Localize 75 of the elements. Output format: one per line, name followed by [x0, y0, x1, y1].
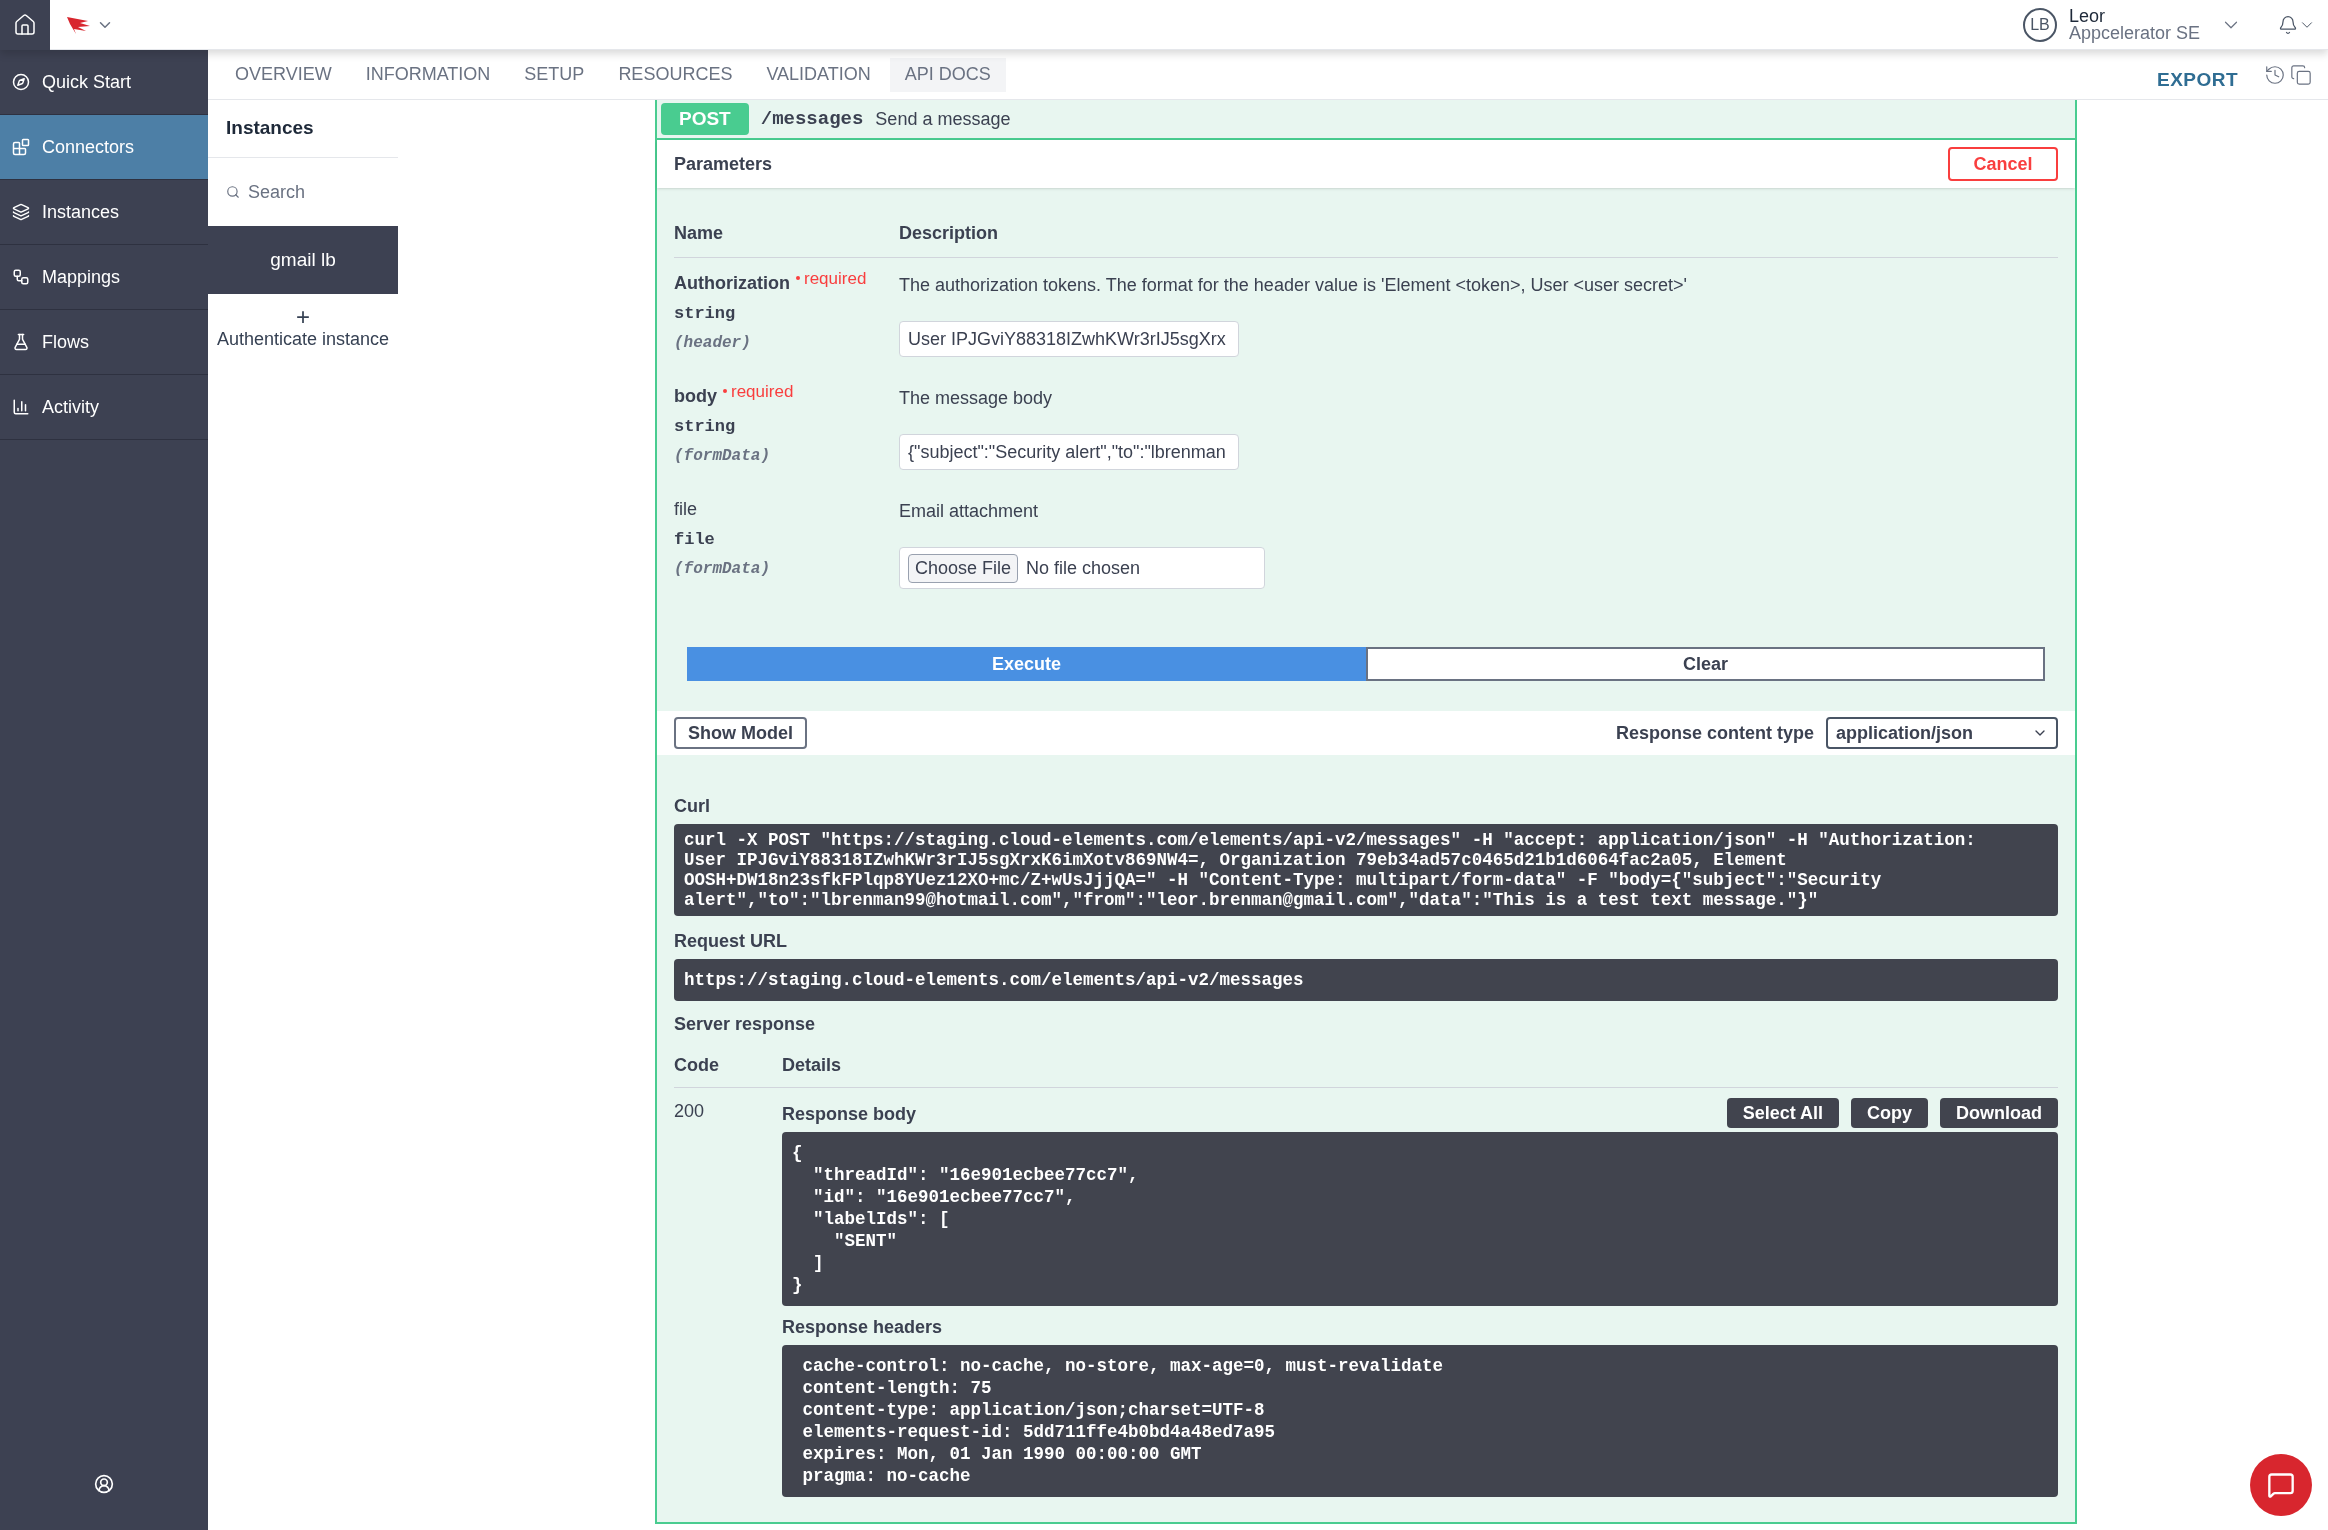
export-link[interactable]: EXPORT — [2157, 66, 2238, 95]
response-action-button[interactable]: Download — [1940, 1098, 2058, 1128]
server-response-title: Server response — [674, 1013, 817, 1036]
column-header: Description — [899, 222, 999, 245]
response-action-button[interactable]: Copy — [1851, 1098, 1928, 1128]
tab[interactable]: API DOCS — [889, 57, 1006, 92]
home-icon — [13, 12, 37, 37]
tab[interactable]: VALIDATION — [751, 57, 886, 92]
copy-icon[interactable] — [2290, 63, 2312, 86]
input-field[interactable]: User IPJGviY88318IZwhKWr3rIJ5sgXrx — [899, 321, 1239, 357]
tab[interactable]: SETUP — [509, 57, 600, 92]
parameter-type: string — [674, 416, 737, 438]
column-header: Name — [674, 222, 725, 245]
request-url-code-block: https://staging.cloud-elements.com/elements/api-v2/messages — [674, 959, 2058, 1001]
parameter-name: body — [674, 385, 717, 408]
response-code: 200 — [674, 1100, 706, 1123]
column-header: Code — [674, 1054, 720, 1077]
response-headers-code-block: cache-control: no-cache, no-store, max-age=0, must-revalidate content-length: 75 content-type: application/json;charset=UTF-8 elements-request-id: 5dd711ffe4b0bd4a48ed7a95 expires: Mon, 01 Jan 1990 00:00:00 GMT pragma: no-cache — [782, 1345, 2058, 1497]
parameter-type: string — [674, 303, 737, 325]
curl-code-block: curl -X POST "https://staging.cloud-elements.com/elements/api-v2/messages" -H "accept: application/json" -H "Authorization: User IPJGviY88318IZwhKWr3rIJ5sgXrxK6imXotv869NW4=, Organization 79eb34ad57c0465d21b1d6064fac2a05, Element OOSH+DW18n23sfkFPlqp8YUez12XO+mc/Z+wUsJjjQA=" -H "Content-Type: multipart/form-data" -F "body={"subject":"Security alert","to":"lbrenman99@hotmail.com","from":"leor.brenman@gmail.com","data":"This is a test text message."}" — [674, 824, 2058, 916]
parameter-location: (formData) — [674, 558, 771, 580]
layers-icon — [12, 203, 30, 221]
authenticate-instance-button[interactable]: + Authenticate instance — [208, 306, 398, 350]
show-model-button[interactable]: Show Model — [674, 717, 807, 749]
method-badge: POST — [661, 103, 749, 135]
response-body-code-block: { "threadId": "16e901ecbee77cc7", "id": "16e901ecbee77cc7", "labelIds": [ "SENT" ] } — [782, 1132, 2058, 1306]
tab[interactable]: INFORMATION — [350, 57, 506, 92]
user-avatar: LB — [2022, 7, 2057, 42]
blocks-icon — [12, 138, 30, 156]
user-organization: Appcelerator SE — [2068, 24, 2200, 42]
parameter-description: Email attachment — [899, 500, 1040, 523]
parameter-description: The authorization tokens. The format for the header value is 'Element <token>, User <user secret>' — [899, 274, 1687, 297]
file-input[interactable]: Choose File No file chosen — [899, 547, 1265, 589]
response-body-label: Response body — [782, 1103, 917, 1126]
endpoint-path: /messages — [760, 106, 864, 132]
input-field[interactable]: {"subject":"Security alert","to":"lbrenman — [899, 434, 1239, 470]
required-label: required — [731, 381, 794, 403]
search-icon — [226, 185, 240, 199]
panel-title: Instances — [208, 100, 398, 158]
bar-chart-icon — [12, 398, 30, 416]
clear-button[interactable]: Clear — [1366, 647, 2045, 681]
user-name: Leor — [2068, 7, 2106, 25]
response-content-type-label: Response content type — [1615, 721, 1814, 745]
response-headers-label: Response headers — [782, 1316, 944, 1339]
parameter-location: (formData) — [674, 445, 771, 467]
section-title: Parameters — [674, 152, 773, 176]
request-url-label: Request URL — [674, 930, 788, 953]
parameter-description: The message body — [899, 387, 1054, 410]
parameter-location: (header) — [674, 332, 752, 354]
bell-icon[interactable] — [2278, 14, 2298, 35]
endpoint-summary: Send a message — [875, 107, 1011, 131]
history-icon[interactable] — [2264, 63, 2286, 86]
instance-item[interactable]: gmail lb — [208, 226, 398, 294]
content-type-select[interactable]: application/json — [1826, 717, 2058, 749]
flask-icon — [12, 333, 30, 351]
parameter-type: file — [674, 529, 716, 551]
search-field[interactable]: Search — [248, 178, 378, 206]
curl-label: Curl — [674, 795, 711, 818]
column-header: Details — [782, 1054, 842, 1077]
sidebar-item[interactable]: Flows — [0, 310, 208, 375]
tab[interactable]: RESOURCES — [603, 57, 748, 92]
cancel-button[interactable]: Cancel — [1948, 147, 2058, 181]
compass-icon — [12, 73, 30, 91]
sidebar-item[interactable]: Instances — [0, 180, 208, 245]
parameter-name: file — [674, 498, 697, 521]
diagram-icon — [12, 268, 30, 286]
home-button[interactable] — [0, 0, 50, 50]
tab[interactable]: OVERVIEW — [220, 57, 347, 92]
user-icon[interactable] — [94, 1474, 114, 1494]
required-label: required — [804, 268, 867, 290]
sidebar-item[interactable]: Activity — [0, 375, 208, 440]
chat-icon — [2267, 1471, 2295, 1499]
response-action-button[interactable]: Select All — [1726, 1098, 1839, 1128]
sidebar-item[interactable]: Connectors — [0, 115, 208, 180]
parameter-name: Authorization — [674, 272, 790, 295]
